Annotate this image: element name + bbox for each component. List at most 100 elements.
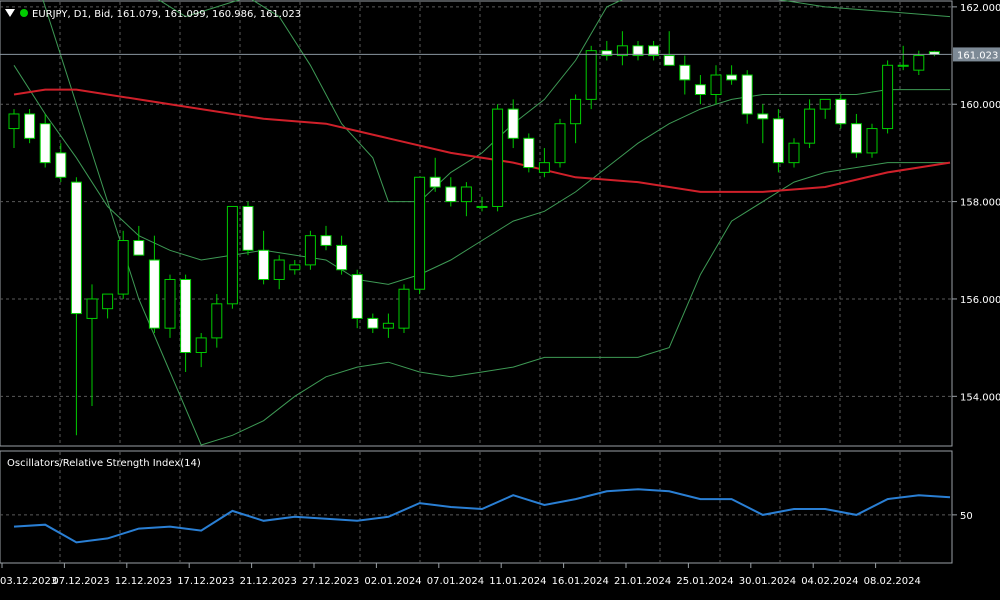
price-tick-label: 162.000 <box>960 3 1000 14</box>
candle-body-up <box>195 337 207 354</box>
candle[interactable] <box>398 284 410 334</box>
candle-body-down <box>55 152 67 178</box>
candle-body-up <box>164 278 176 329</box>
candle[interactable] <box>554 118 566 168</box>
time-tick-label: 07.12.2023 <box>52 576 109 587</box>
candle-body-down <box>367 317 379 329</box>
candle-body-up <box>8 113 20 130</box>
candle-body-down <box>835 98 847 125</box>
candle-body-up <box>570 98 582 125</box>
candle[interactable] <box>835 94 847 129</box>
time-tick-label: 11.01.2024 <box>489 576 546 587</box>
candle-body-down <box>336 244 348 271</box>
price-tick-label: 158.000 <box>960 198 1000 209</box>
time-tick-label: 21.01.2024 <box>614 576 671 587</box>
candle-body-down <box>507 108 519 139</box>
price-tick-label: 160.000 <box>960 100 1000 111</box>
time-tick-label: 25.01.2024 <box>676 576 733 587</box>
time-tick-label: 30.01.2024 <box>739 576 796 587</box>
time-tick-label: 17.12.2023 <box>177 576 234 587</box>
candle-body-up <box>273 259 285 280</box>
current-price-tag: 161.023 <box>953 47 1000 62</box>
candle-body-up <box>538 162 550 173</box>
time-tick-label: 03.12.2023 <box>0 576 57 587</box>
candle-body-up <box>398 288 410 329</box>
candle-body-up <box>289 264 301 271</box>
candle-body-up <box>897 64 909 67</box>
candle-body-down <box>741 74 753 115</box>
candle-body-up <box>304 235 316 266</box>
candle-body-up <box>117 240 129 295</box>
candle-body-up <box>710 74 722 95</box>
candle-body-up <box>382 322 394 329</box>
candle-body-up <box>913 55 925 71</box>
time-tick-label: 07.01.2024 <box>427 576 484 587</box>
candle[interactable] <box>492 104 504 212</box>
candle-body-up <box>460 186 472 203</box>
time-tick-label: 21.12.2023 <box>240 576 297 587</box>
candle-body-down <box>850 123 862 154</box>
time-tick-label: 08.02.2024 <box>864 576 921 587</box>
candle[interactable] <box>24 109 36 144</box>
candle[interactable] <box>164 274 176 338</box>
candle-body-down <box>148 259 160 329</box>
candle-body-down <box>70 181 82 315</box>
candle[interactable] <box>242 201 254 256</box>
candle[interactable] <box>788 138 800 168</box>
candle-body-up <box>819 98 831 110</box>
candle-body-up <box>788 142 800 164</box>
candle[interactable] <box>585 45 597 110</box>
candle-body-up <box>804 108 816 144</box>
time-tick-label: 27.12.2023 <box>302 576 359 587</box>
candle-body-up <box>86 298 98 319</box>
candle-body-down <box>772 118 784 164</box>
candle-body-down <box>133 240 145 256</box>
candle-body-up <box>226 205 238 305</box>
candle-body-down <box>726 74 738 81</box>
candle-body-up <box>476 205 488 208</box>
current-price-value: 161.023 <box>957 50 998 61</box>
candle[interactable] <box>117 230 129 299</box>
candle-body-down <box>757 113 769 120</box>
green-dot-icon <box>20 9 28 17</box>
candle-body-up <box>414 176 426 290</box>
price-tick-label: 154.000 <box>960 392 1000 403</box>
candle-body-up <box>882 64 894 130</box>
candle-body-down <box>523 137 535 169</box>
candle[interactable] <box>414 176 426 295</box>
price-tick-label: 156.000 <box>960 295 1000 306</box>
candle[interactable] <box>882 60 894 134</box>
candle-body-down <box>320 235 332 246</box>
candle[interactable] <box>866 123 878 158</box>
trading-chart[interactable]: 162.000 160.000 158.000 156.000 154.000 EURJ… <box>0 0 1000 600</box>
candle-body-down <box>258 249 270 280</box>
candle-body-down <box>351 274 363 319</box>
symbol-info: EURJPY, D1, Bid, 161.079, 161.099, 160.9… <box>32 9 301 20</box>
candle-body-down <box>663 55 675 66</box>
candle-body-up <box>554 123 566 164</box>
candle[interactable] <box>523 133 535 173</box>
candle-body-up <box>211 303 223 339</box>
candle-body-down <box>679 64 691 81</box>
candle-body-down <box>24 113 36 139</box>
chart-header: EURJPY, D1, Bid, 161.079, 161.099, 160.9… <box>5 9 301 20</box>
candle[interactable] <box>226 205 238 309</box>
candle[interactable] <box>304 230 316 270</box>
candle-body-down <box>242 205 254 251</box>
time-tick-label: 12.12.2023 <box>115 576 172 587</box>
candle-body-up <box>492 108 504 207</box>
rsi-tick-label: 50 <box>960 511 973 522</box>
candle-body-down <box>39 123 51 164</box>
candle-body-down <box>180 278 192 354</box>
candle-body-up <box>866 128 878 154</box>
candle[interactable] <box>772 109 784 173</box>
candle-body-down <box>694 84 706 95</box>
time-tick-label: 04.02.2024 <box>801 576 858 587</box>
candle-body-down <box>445 186 457 203</box>
time-tick-label: 16.01.2024 <box>552 576 609 587</box>
candle-body-down <box>429 176 441 188</box>
candle-body-up <box>102 293 114 310</box>
time-tick-label: 02.01.2024 <box>364 576 421 587</box>
indicator-label: Oscillators/Relative Strength Index(14) <box>7 458 201 469</box>
candle-body-up <box>585 50 597 100</box>
